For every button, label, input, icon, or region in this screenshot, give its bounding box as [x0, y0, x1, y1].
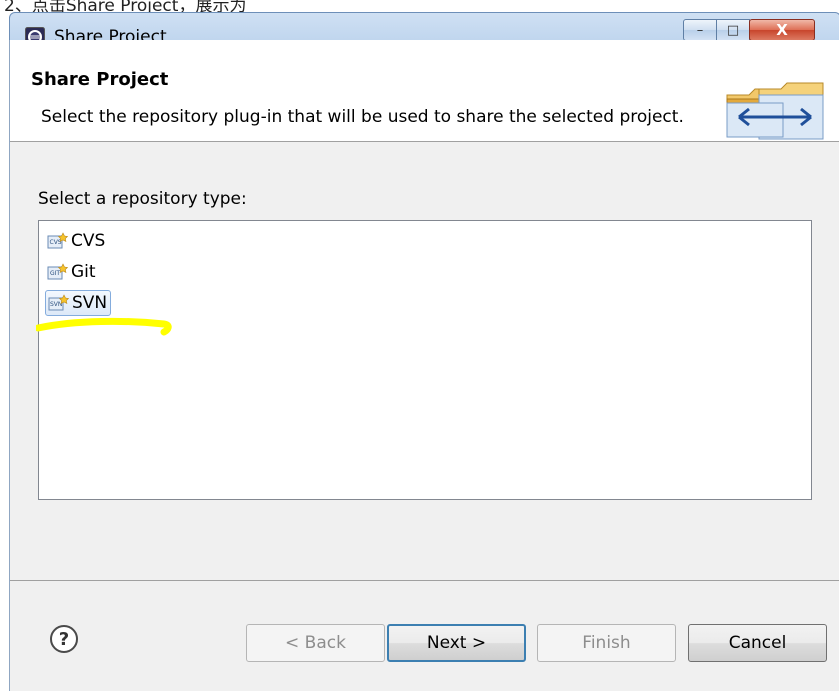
repository-item-label: SVN [72, 293, 108, 313]
maximize-button[interactable]: □ [716, 19, 750, 41]
maximize-icon: □ [726, 22, 740, 38]
repository-item-svn[interactable]: SVN SVN [45, 290, 112, 316]
repository-type-list[interactable]: CVS CVS GIT Git SVN SVN [38, 220, 812, 500]
finish-button[interactable]: Finish [537, 624, 676, 662]
finish-button-label: Finish [582, 633, 631, 653]
svn-icon: SVN [48, 294, 70, 311]
cvs-icon: CVS [47, 232, 69, 249]
back-button[interactable]: < Back [246, 624, 385, 662]
next-button-label: Next > [426, 633, 487, 653]
page-caption: 2、点击Share Project，展示为 [4, 0, 247, 12]
minimize-icon: – [696, 22, 704, 38]
page-caption-strip: 2、点击Share Project，展示为 [0, 0, 839, 12]
close-icon: X [776, 21, 788, 39]
repository-type-label: Select a repository type: [38, 189, 247, 209]
git-icon: GIT [47, 263, 69, 280]
wizard-header: Share Project Select the repository plug… [10, 40, 839, 142]
next-button[interactable]: Next > [387, 624, 526, 662]
share-folders-icon [726, 82, 824, 140]
repository-item-git[interactable]: GIT Git [45, 259, 99, 285]
repository-item-label: CVS [71, 231, 106, 251]
dialog-client-area: Share Project Select the repository plug… [9, 40, 839, 691]
header-title: Share Project [31, 69, 169, 90]
svg-text:?: ? [59, 629, 69, 650]
svg-text:GIT: GIT [50, 270, 60, 277]
back-button-label: < Back [285, 633, 346, 653]
close-button[interactable]: X [749, 19, 815, 41]
cancel-button-label: Cancel [728, 633, 787, 653]
repository-item-label: Git [71, 262, 96, 282]
repository-item-cvs[interactable]: CVS CVS [45, 228, 108, 254]
header-description: Select the repository plug-in that will … [41, 107, 684, 127]
highlighter-mark [36, 317, 172, 336]
cancel-button[interactable]: Cancel [688, 624, 827, 662]
minimize-button[interactable]: – [683, 19, 717, 41]
footer-separator [10, 580, 839, 581]
help-icon[interactable]: ? [49, 624, 79, 654]
svg-text:CVS: CVS [50, 239, 62, 246]
svg-text:SVN: SVN [50, 301, 62, 308]
